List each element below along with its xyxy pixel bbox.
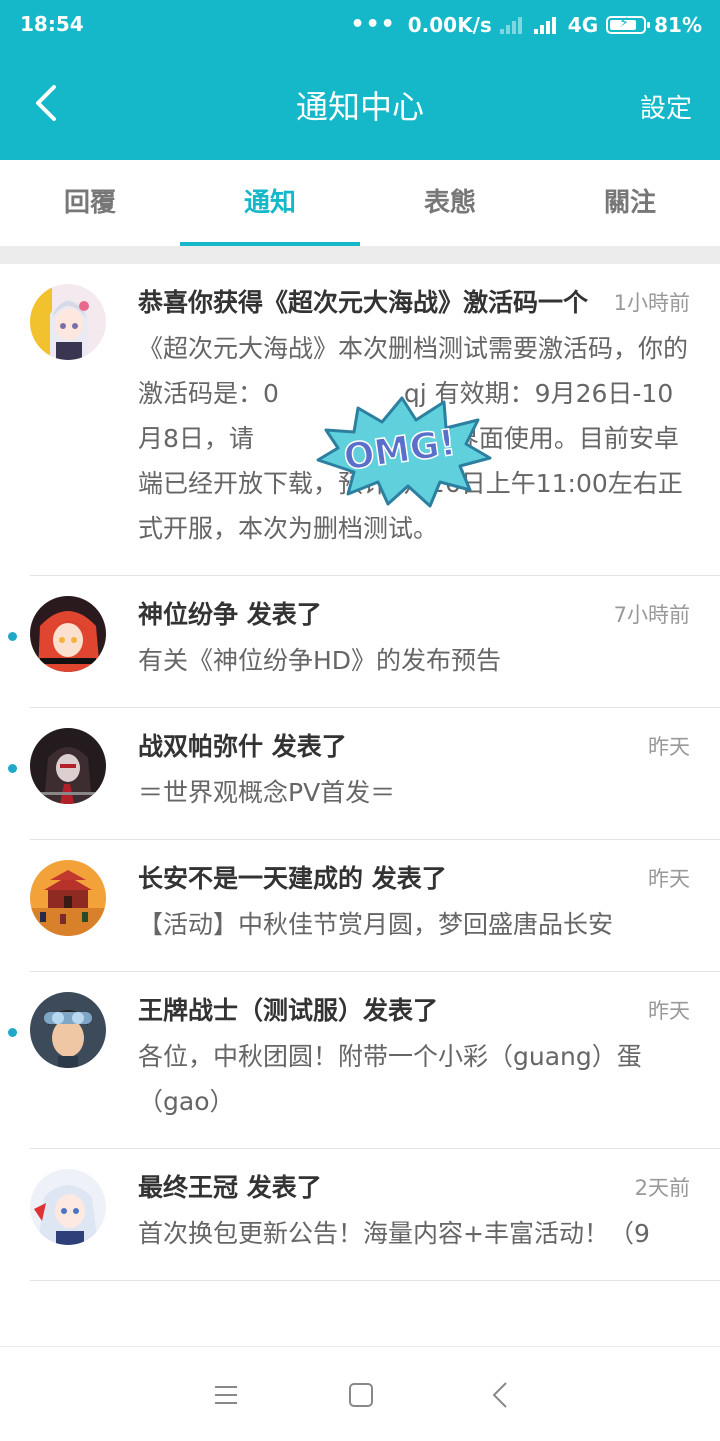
notification-title: 最终王冠 发表了 [138,1173,322,1202]
notification-item[interactable]: 战双帕弥什 发表了 昨天 ＝世界观概念PV首发＝ [8,708,720,840]
menu-button[interactable] [206,1377,246,1413]
signal-sim1-icon [499,16,526,34]
menu-icon [215,1386,237,1404]
unread-dot [8,632,17,641]
notification-item[interactable]: 长安不是一天建成的 发表了 昨天 【活动】中秋佳节赏月圆，梦回盛唐品长安 [30,840,720,972]
notification-title: 战双帕弥什 发表了 [138,732,347,761]
avatar [30,284,106,360]
avatar [30,1169,106,1245]
tab-reactions[interactable]: 表態 [360,160,540,246]
tab-replies[interactable]: 回覆 [0,160,180,246]
notification-time: 2天前 [634,1176,690,1200]
notification-item[interactable]: 王牌战士（测试服）发表了 昨天 各位，中秋团圆！附带一个小彩（guang）蛋（g… [8,972,720,1149]
notification-time: 昨天 [648,735,690,759]
avatar [30,860,106,936]
notification-title: 神位纷争 发表了 [138,600,322,629]
tab-divider [0,246,720,264]
notification-time: 昨天 [648,867,690,891]
battery-icon: ⚡ [606,14,651,34]
network-type: 4G [567,12,599,37]
notification-body: 【活动】中秋佳节赏月圆，梦回盛唐品长安 [138,910,614,939]
back-triangle-icon [492,1382,507,1408]
network-speed: 0.00K/s [407,12,492,37]
settings-button[interactable]: 設定 [640,88,692,125]
notification-time: 7小時前 [613,603,690,627]
notification-item[interactable]: 最终王冠 发表了 2天前 首次换包更新公告！海量内容+丰富活动！（9 [30,1149,720,1281]
notification-body: 首次换包更新公告！海量内容+丰富活动！（9 [138,1219,650,1248]
signal-sim2-icon [533,16,560,34]
charging-icon: ⚡ [619,14,629,31]
tab-bar: 回覆 通知 表態 關注 [0,160,720,246]
status-bar: 18:54 ••• 0.00K/s 4G ⚡ 81% [0,0,720,50]
app-bar: 通知中心 設定 [0,50,720,160]
status-time: 18:54 [20,12,84,36]
avatar [30,992,106,1068]
notification-body: ＝世界观概念PV首发＝ [138,778,396,807]
notification-body: 有关《神位纷争HD》的发布预告 [138,646,502,675]
notification-item[interactable]: 神位纷争 发表了 7小時前 有关《神位纷争HD》的发布预告 [8,576,720,708]
omg-sticker: OMG! [316,396,492,508]
system-nav-bar [0,1346,720,1441]
unread-dot [8,1028,17,1037]
home-button[interactable] [341,1377,381,1413]
avatar [30,728,106,804]
nav-back-button[interactable] [480,1377,520,1413]
notification-title: 王牌战士（测试服）发表了 [138,996,439,1025]
notification-title: 长安不是一天建成的 发表了 [138,864,447,893]
unread-dot [8,764,17,773]
battery-percent: 81% [654,12,702,37]
tab-notifications[interactable]: 通知 [180,160,360,246]
notification-title: 恭喜你获得《超次元大海战》激活码一个 [138,288,589,317]
notification-body: 各位，中秋团圆！附带一个小彩（guang）蛋（gao） [138,1042,642,1116]
tab-following[interactable]: 關注 [540,160,720,246]
page-title: 通知中心 [295,88,424,126]
notification-time: 1小時前 [613,291,690,315]
notification-time: 昨天 [648,999,690,1023]
more-dots-icon: ••• [350,12,396,37]
home-square-icon [349,1383,373,1407]
avatar [30,596,106,672]
